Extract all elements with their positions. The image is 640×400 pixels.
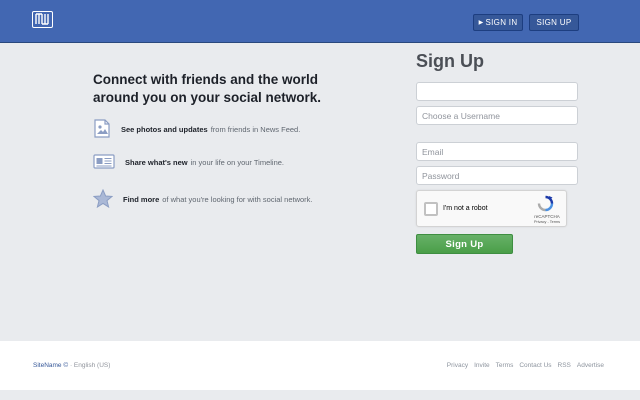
top-navbar: ▶ SIGN IN SIGN UP	[0, 0, 640, 43]
password-field[interactable]	[416, 166, 578, 185]
feature-find-more-text: of what you're looking for with social n…	[162, 195, 313, 204]
name-field[interactable]	[416, 82, 578, 101]
page-headline: Connect with friends and the world aroun…	[93, 72, 322, 105]
feature-timeline-text: in your life on your Timeline.	[190, 158, 285, 167]
footer-link-advertise[interactable]: Advertise	[577, 362, 604, 369]
sign-in-icon: ▶	[478, 20, 484, 26]
footer-link-rss[interactable]: RSS	[558, 362, 571, 369]
email-field[interactable]	[416, 142, 578, 161]
feature-photos: See photos and updates from friends in N…	[93, 119, 300, 140]
footer-left: SiteName © · English (US)	[33, 362, 110, 369]
feature-find-more: Find more of what you're looking for wit…	[92, 188, 313, 210]
recaptcha-terms-link[interactable]: Privacy - Terms	[529, 220, 565, 224]
feature-timeline: Share what's new in your life on your Ti…	[93, 154, 284, 171]
footer-language-link[interactable]: · English (US)	[70, 362, 110, 369]
feature-photos-title: See photos and updates	[121, 125, 208, 134]
sign-up-submit-button[interactable]: Sign Up	[416, 234, 513, 254]
recaptcha-label: I'm not a robot	[443, 205, 488, 212]
sign-in-label: SIGN IN	[485, 18, 518, 27]
timeline-icon	[93, 154, 115, 171]
footer-link-terms[interactable]: Terms	[496, 362, 514, 369]
site-logo-icon[interactable]	[32, 11, 53, 28]
footer-link-contact[interactable]: Contact Us	[519, 362, 551, 369]
photo-icon	[93, 119, 111, 140]
feature-photos-text: from friends in News Feed.	[210, 125, 301, 134]
footer-links: Privacy Invite Terms Contact Us RSS Adve…	[441, 362, 604, 369]
bottom-strip	[0, 390, 640, 400]
feature-find-more-title: Find more	[123, 195, 160, 204]
footer-link-privacy[interactable]: Privacy	[447, 362, 468, 369]
sign-up-nav-label: SIGN UP	[536, 18, 572, 27]
feature-timeline-title: Share what's new	[125, 158, 188, 167]
username-field[interactable]	[416, 106, 578, 125]
recaptcha-brand: reCAPTCHA	[534, 214, 560, 219]
star-icon	[92, 188, 114, 210]
recaptcha-widget: I'm not a robot reCAPTCHA Privacy - Term…	[416, 190, 567, 227]
sign-up-nav-button[interactable]: SIGN UP	[529, 14, 579, 31]
footer-link-invite[interactable]: Invite	[474, 362, 490, 369]
page-footer: SiteName © · English (US) Privacy Invite…	[0, 341, 640, 390]
sign-in-button[interactable]: ▶ SIGN IN	[473, 14, 523, 31]
recaptcha-checkbox[interactable]	[424, 202, 438, 216]
signup-form-title: Sign Up	[416, 51, 484, 71]
footer-site-name-link[interactable]: SiteName ©	[33, 362, 68, 369]
